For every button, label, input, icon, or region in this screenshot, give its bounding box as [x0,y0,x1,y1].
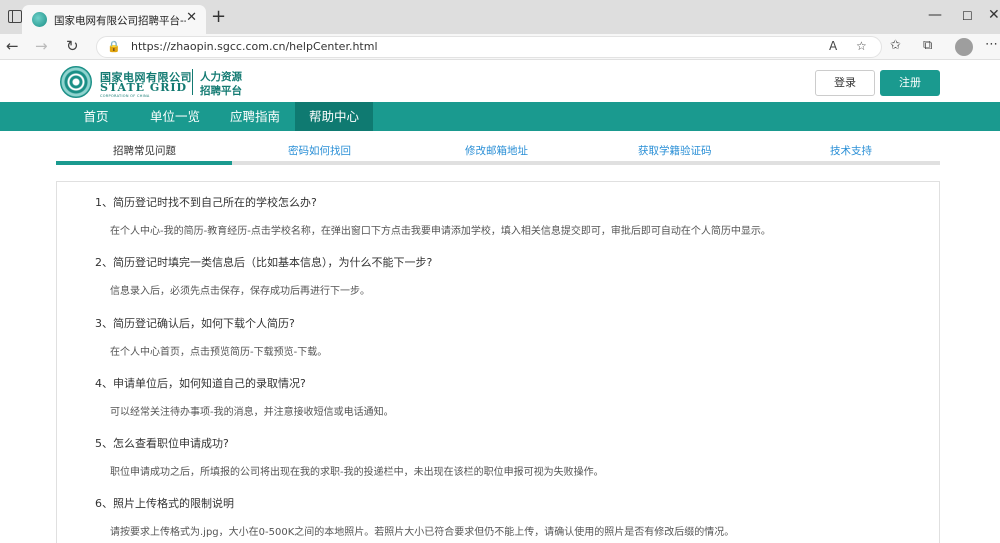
register-button[interactable]: 注册 [880,70,940,96]
collections-icon[interactable]: ⧉ [923,38,932,53]
favorites-icon[interactable]: ✩ [890,38,901,53]
faq-answer: 在个人中心首页，点击预览简历-下载预览-下载。 [110,347,328,358]
tab-close-icon[interactable]: ✕ [186,10,197,25]
active-tab-indicator [56,161,232,165]
reload-icon[interactable]: ↻ [66,37,79,55]
faq-question: 3、简历登记确认后，如何下载个人简历? [95,317,295,330]
tab-change-email[interactable]: 修改邮箱地址 [465,143,528,158]
faq-item: 5、怎么查看职位申请成功? 职位申请成功之后，所填报的公司将出现在我的求职-我的… [95,435,604,478]
faq-answer: 可以经常关注待办事项-我的消息，并注意接收短信或电话通知。 [110,407,394,418]
faq-question: 4、申请单位后，如何知道自己的录取情况? [95,377,306,390]
faq-question: 6、照片上传格式的限制说明 [95,497,234,510]
tab-tech-support[interactable]: 技术支持 [830,143,872,158]
logo-en-text: STATE GRID [100,81,188,94]
url-text[interactable]: https://zhaopin.sgcc.com.cn/helpCenter.h… [131,40,378,53]
faq-item: 1、简历登记时找不到自己所在的学校怎么办? 在个人中心-我的简历-教育经历-点击… [95,194,771,237]
faq-item: 2、简历登记时填完一类信息后（比如基本信息），为什么不能下一步? 信息录入后，必… [95,254,432,297]
read-aloud-icon[interactable]: A [829,39,837,53]
tab-faq[interactable]: 招聘常见问题 [113,143,176,158]
sgcc-favicon-icon [32,12,47,27]
tab-student-verification[interactable]: 获取学籍验证码 [638,143,712,158]
logo-sub-text: CORPORATION OF CHINA [100,94,150,98]
faq-question: 2、简历登记时填完一类信息后（比如基本信息），为什么不能下一步? [95,256,433,269]
back-icon[interactable]: ← [6,37,19,55]
browser-tab-bar: 国家电网有限公司招聘平台--帮助 ✕ + — ☐ ✕ [0,0,1000,34]
tab-title: 国家电网有限公司招聘平台--帮助 [54,15,186,27]
faq-item: 4、申请单位后，如何知道自己的录取情况? 可以经常关注待办事项-我的消息，并注意… [95,375,394,418]
faq-answer: 职位申请成功之后，所填报的公司将出现在我的求职-我的投递栏中，未出现在该栏的职位… [110,467,604,478]
platform-title-line1: 人力资源 [200,71,242,83]
browser-tab[interactable]: 国家电网有限公司招聘平台--帮助 ✕ [22,5,206,34]
favorite-star-icon[interactable]: ☆ [856,39,867,53]
faq-item: 3、简历登记确认后，如何下载个人简历? 在个人中心首页，点击预览简历-下载预览-… [95,315,327,358]
state-grid-logo-icon[interactable] [60,66,92,98]
platform-title-line2: 招聘平台 [200,85,242,97]
faq-answer: 在个人中心-我的简历-教育经历-点击学校名称，在弹出窗口下方点击我要申请添加学校… [110,226,771,237]
faq-question: 5、怎么查看职位申请成功? [95,437,229,450]
window-close-icon[interactable]: ✕ [988,7,1000,23]
login-button[interactable]: 登录 [815,70,875,96]
help-subtabs: 招聘常见问题 密码如何找回 修改邮箱地址 获取学籍验证码 技术支持 [56,139,940,165]
faq-panel: 1、简历登记时找不到自己所在的学校怎么办? 在个人中心-我的简历-教育经历-点击… [56,181,940,543]
faq-question: 1、简历登记时找不到自己所在的学校怎么办? [95,196,317,209]
window-menu-icon[interactable] [8,10,22,23]
url-field[interactable]: 🔒 https://zhaopin.sgcc.com.cn/helpCenter… [96,36,882,58]
faq-item: 6、照片上传格式的限制说明 请按要求上传格式为.jpg，大小在0-500K之间的… [95,495,734,538]
more-menu-icon[interactable]: ⋯ [985,37,998,52]
address-bar: ← → ↻ 🔒 https://zhaopin.sgcc.com.cn/help… [0,34,1000,60]
forward-icon[interactable]: → [35,37,48,55]
main-nav: 首页 单位一览 应聘指南 帮助中心 [0,102,1000,131]
lock-icon[interactable]: 🔒 [107,40,121,53]
site-header: 国家电网有限公司 STATE GRID CORPORATION OF CHINA… [0,60,1000,102]
faq-answer: 信息录入后，必须先点击保存，保存成功后再进行下一步。 [110,286,370,297]
profile-avatar[interactable] [955,38,973,56]
new-tab-button[interactable]: + [211,6,226,27]
nav-home[interactable]: 首页 [64,102,128,131]
faq-answer: 请按要求上传格式为.jpg，大小在0-500K之间的本地照片。若照片大小已符合要… [110,527,735,538]
maximize-icon[interactable]: ☐ [962,9,973,23]
nav-guide[interactable]: 应聘指南 [215,102,295,131]
nav-units[interactable]: 单位一览 [135,102,215,131]
logo-divider [192,69,193,95]
tab-password-recovery[interactable]: 密码如何找回 [288,143,351,158]
minimize-icon[interactable]: — [928,7,942,23]
nav-help-center[interactable]: 帮助中心 [295,102,373,131]
